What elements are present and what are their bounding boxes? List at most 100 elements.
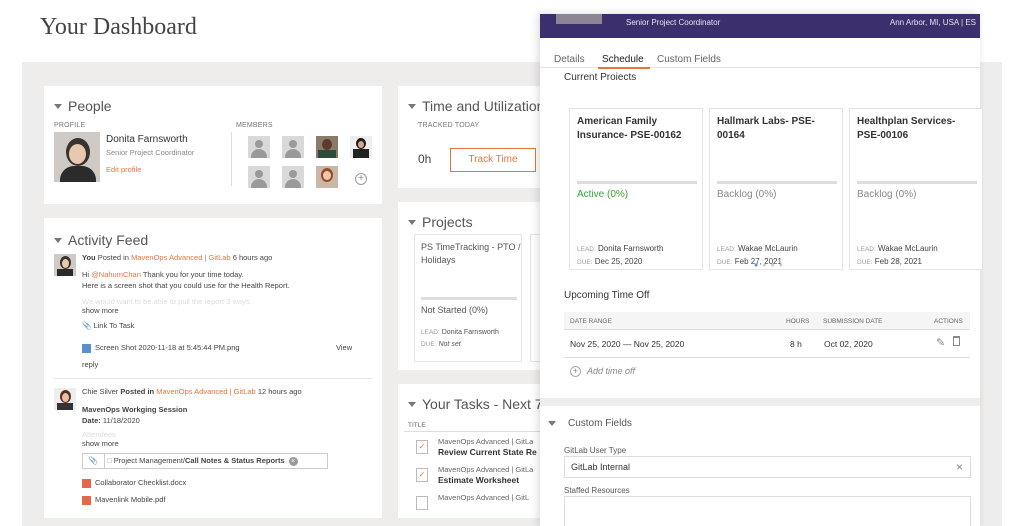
task-name: Estimate Worksheet	[438, 475, 520, 485]
tab-schedule[interactable]: Schedule	[602, 54, 644, 65]
member-avatar[interactable]	[282, 136, 304, 158]
task-row[interactable]: ✓ MavenOps Advanced | GitLa Estimate Wor…	[404, 462, 540, 490]
activity-feed-card: Activity Feed You Posted in MavenOps Adv…	[44, 218, 382, 518]
project-link[interactable]: MavenOps Advanced | GitLab	[156, 387, 256, 396]
collapse-caret-icon	[54, 103, 62, 109]
post-meta: Chie Silver Posted in MavenOps Advanced …	[82, 387, 302, 396]
member-avatar[interactable]	[350, 136, 372, 158]
add-time-off-button[interactable]: + Add time off	[570, 366, 635, 377]
show-more-link[interactable]: show more	[82, 438, 119, 449]
edit-profile-link[interactable]: Edit profile	[106, 165, 141, 174]
people-header[interactable]: People	[54, 98, 112, 114]
project-title: Healthplan Services- PSE-00106	[857, 116, 956, 141]
project-progress-bar	[577, 181, 697, 184]
task-row[interactable]: ✓ MavenOps Advanced | GitLa Review Curre…	[404, 434, 540, 462]
post-avatar[interactable]	[54, 254, 76, 276]
post-divider	[54, 378, 372, 379]
tasks-header[interactable]: Your Tasks - Next 7 da	[408, 396, 540, 412]
col-submission-date: SUBMISSION DATE	[823, 318, 883, 325]
panel-avatar[interactable]	[556, 14, 602, 24]
task-project: MavenOps Advanced | GitLa	[438, 437, 534, 446]
member-avatar[interactable]	[316, 136, 338, 158]
tracked-hours: 0h	[418, 152, 432, 166]
members-label: MEMBERS	[236, 122, 273, 129]
project-link[interactable]: MavenOps Advanced | GitLab	[131, 253, 231, 262]
link-to-task[interactable]: 📎 Link To Task	[82, 320, 134, 331]
carousel-dots[interactable]: ●●●●	[754, 262, 787, 269]
project-progress-bar	[857, 181, 977, 184]
project-lead: LEAD: Donita Farnsworth	[421, 329, 499, 336]
current-projects-heading: Current Projects	[564, 72, 637, 80]
project-lead: LEAD: Donita Farnsworth	[577, 244, 664, 253]
folder-icon: □	[107, 456, 112, 465]
people-card: People PROFILE MEMBERS Donita Farnsworth…	[44, 86, 382, 204]
project-status: Backlog (0%)	[717, 189, 777, 200]
project-status: Not Started (0%)	[421, 305, 489, 315]
user-type-select[interactable]: GitLab Internal ×	[564, 456, 971, 478]
staffed-resources-label: Staffed Resources	[564, 486, 630, 495]
tasks-header-divider	[404, 431, 540, 432]
project-status: Backlog (0%)	[857, 189, 917, 200]
task-project: MavenOps Advanced | GitLa	[438, 465, 534, 474]
post-avatar[interactable]	[54, 388, 76, 410]
members-divider	[231, 132, 232, 186]
remove-chip-icon[interactable]: ×	[288, 457, 298, 466]
attachment-link[interactable]: Mavenlink Mobile.pdf	[82, 494, 165, 505]
project-status: Active (0%)	[577, 189, 629, 200]
task-checkbox-icon[interactable]: ✓	[416, 440, 428, 454]
mention-link[interactable]: @NahumChan	[91, 270, 141, 279]
profile-role: Senior Project Coordinator	[106, 148, 195, 157]
collapse-caret-icon	[54, 237, 62, 243]
edit-pencil-icon[interactable]: ✎	[936, 336, 945, 349]
task-checkbox-icon[interactable]	[416, 496, 428, 510]
task-row[interactable]: MavenOps Advanced | GitL	[404, 490, 540, 518]
clear-icon[interactable]: ×	[956, 460, 963, 474]
project-title: American Family Insurance- PSE-00162	[577, 116, 682, 141]
track-time-button[interactable]: Track Time	[450, 148, 536, 172]
show-more-link[interactable]: show more	[82, 305, 119, 316]
paperclip-icon: 📎	[83, 454, 105, 468]
folder-chip[interactable]: 📎 □ Project Management/Call Notes & Stat…	[82, 453, 328, 469]
profile-avatar[interactable]	[54, 132, 100, 182]
time-off-heading: Upcoming Time Off	[564, 290, 650, 301]
custom-fields-header[interactable]: Custom Fields	[548, 418, 632, 429]
projects-card: Projects PS TimeTracking - PTO / Holiday…	[398, 202, 540, 370]
time-off-row: Nov 25, 2020 — Nov 25, 2020 8 h Oct 02, …	[564, 330, 970, 358]
delete-trash-icon[interactable]	[953, 336, 960, 346]
project-due: DUE: Not set	[421, 341, 461, 348]
member-avatar[interactable]	[248, 166, 270, 188]
paperclip-icon: 📎	[82, 321, 92, 330]
projects-header[interactable]: Projects	[408, 214, 473, 230]
task-checkbox-icon[interactable]: ✓	[416, 468, 428, 482]
profile-name: Donita Farnsworth	[106, 134, 188, 145]
project-card[interactable]: PS TimeTracking - PTO / Holidays Not Sta…	[414, 234, 522, 362]
panel-project-card[interactable]: Hallmark Labs- PSE-00164 Backlog (0%) LE…	[709, 108, 843, 270]
collapse-caret-icon	[548, 421, 556, 426]
collapse-caret-icon	[408, 219, 416, 225]
activity-header[interactable]: Activity Feed	[54, 232, 148, 248]
add-member-icon[interactable]: +	[355, 173, 367, 185]
document-file-icon	[82, 478, 91, 488]
project-due: DUE: Dec 25, 2020	[577, 257, 643, 266]
tab-custom-fields[interactable]: Custom Fields	[657, 54, 721, 65]
project-progress-bar	[717, 181, 837, 184]
panel-project-card[interactable]: American Family Insurance- PSE-00162 Act…	[569, 108, 703, 270]
panel-tabs: Details Schedule Custom Fields	[540, 38, 980, 69]
member-avatar[interactable]	[248, 136, 270, 158]
staffed-resources-field[interactable]	[564, 496, 971, 526]
panel-project-card[interactable]: Healthplan Services- PSE-00106 Backlog (…	[849, 108, 983, 270]
collapse-caret-icon	[408, 103, 416, 109]
project-card-partial[interactable]	[530, 234, 540, 362]
attachment-link[interactable]: Screen Shot 2020-11-18 at 5:45:44 PM.png	[82, 342, 240, 353]
tab-active-indicator	[598, 67, 650, 69]
project-title: Hallmark Labs- PSE-00164	[717, 116, 815, 141]
user-type-value: GitLab Internal	[571, 462, 631, 472]
time-off-table-header: DATE RANGE HOURS SUBMISSION DATE ACTIONS	[564, 312, 970, 330]
view-link[interactable]: View	[336, 342, 352, 353]
member-avatar[interactable]	[316, 166, 338, 188]
tab-details[interactable]: Details	[554, 54, 585, 65]
attachment-link[interactable]: Collaborator Checklist.docx	[82, 477, 186, 488]
member-avatar[interactable]	[282, 166, 304, 188]
session-date: Date: 11/18/2020	[82, 416, 140, 425]
reply-link[interactable]: reply	[82, 359, 98, 370]
